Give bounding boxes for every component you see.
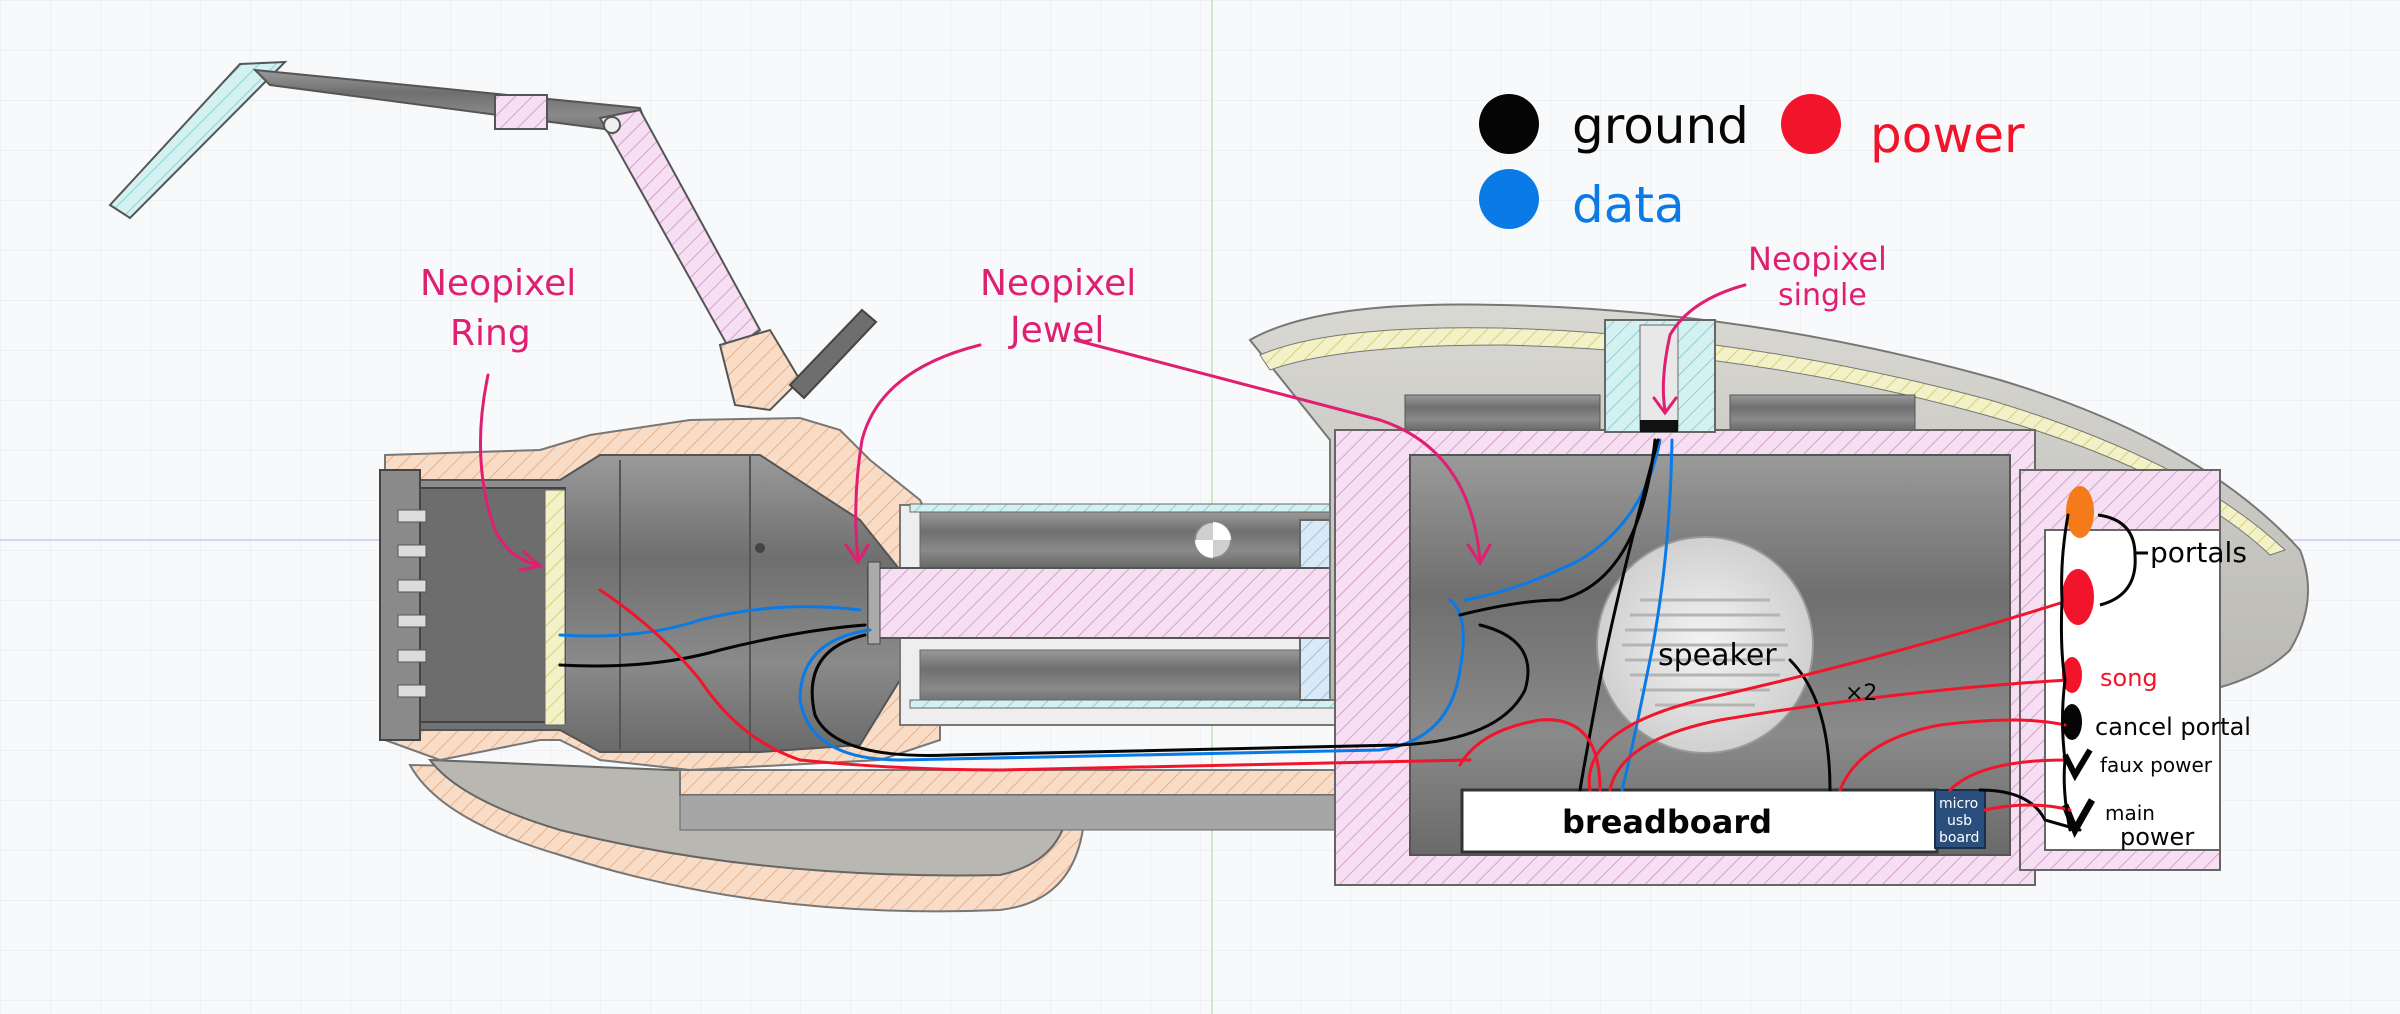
jewel-rod-left-cap bbox=[867, 561, 881, 645]
legend-ground-swatch bbox=[1479, 94, 1539, 154]
legend-data-label: data bbox=[1572, 176, 1685, 234]
arm-pink-band bbox=[494, 94, 548, 130]
main-power-label-2: power bbox=[2120, 823, 2194, 851]
center-marker-icon bbox=[1194, 521, 1232, 559]
neopixel-single-label-2: single bbox=[1778, 278, 1867, 313]
rear-vent-right bbox=[1729, 394, 1916, 431]
rear-vent-left bbox=[1404, 394, 1601, 431]
micro-usb-label-1: micro bbox=[1939, 796, 1978, 812]
tube-top-edge bbox=[909, 503, 1351, 513]
breadboard-label: breadboard bbox=[1562, 803, 1772, 841]
connector-pipe bbox=[679, 769, 1361, 796]
cancel-portal-label: cancel portal bbox=[2095, 713, 2251, 741]
neopixel-ring-label-2: Ring bbox=[450, 313, 531, 354]
faux-power-label: faux power bbox=[2100, 753, 2213, 777]
cancel-portal-button bbox=[2062, 704, 2082, 740]
speaker-count-label: ×2 bbox=[1845, 681, 1877, 706]
main-power-label-1: main bbox=[2105, 801, 2155, 825]
connector-pipe-inner bbox=[679, 794, 1361, 831]
neopixel-jewel-label-2: Jewel bbox=[1008, 310, 1104, 351]
legend-power-swatch bbox=[1781, 94, 1841, 154]
neopixel-single-chip bbox=[1640, 420, 1678, 432]
portals-label: portals bbox=[2150, 536, 2247, 569]
legend-power-label: power bbox=[1870, 106, 2025, 164]
neopixel-single-label-1: Neopixel bbox=[1748, 240, 1887, 278]
arm-pivot bbox=[603, 116, 621, 134]
micro-usb-label-3: board bbox=[1939, 830, 1979, 846]
song-label: song bbox=[2100, 664, 2158, 692]
portal-button-red bbox=[2062, 569, 2094, 625]
tube-upper-glass bbox=[919, 511, 1331, 568]
legend-ground-label: ground bbox=[1572, 97, 1749, 155]
micro-usb-label-2: usb bbox=[1947, 813, 1972, 829]
legend-data-swatch bbox=[1479, 169, 1539, 229]
front-cap-hatch bbox=[544, 489, 566, 726]
neopixel-ring-label-1: Neopixel bbox=[420, 263, 576, 304]
portal-button-orange bbox=[2066, 486, 2094, 538]
neopixel-jewel-label-1: Neopixel bbox=[980, 263, 1136, 304]
speaker-label: speaker bbox=[1658, 638, 1777, 673]
tube-lower-glass bbox=[919, 649, 1331, 706]
single-mount-slot bbox=[1639, 324, 1679, 431]
tube-bottom-edge bbox=[909, 699, 1351, 709]
portal-gun-wiring-diagram: ground power data Neopixel Ring Neopixel… bbox=[0, 0, 2400, 1014]
